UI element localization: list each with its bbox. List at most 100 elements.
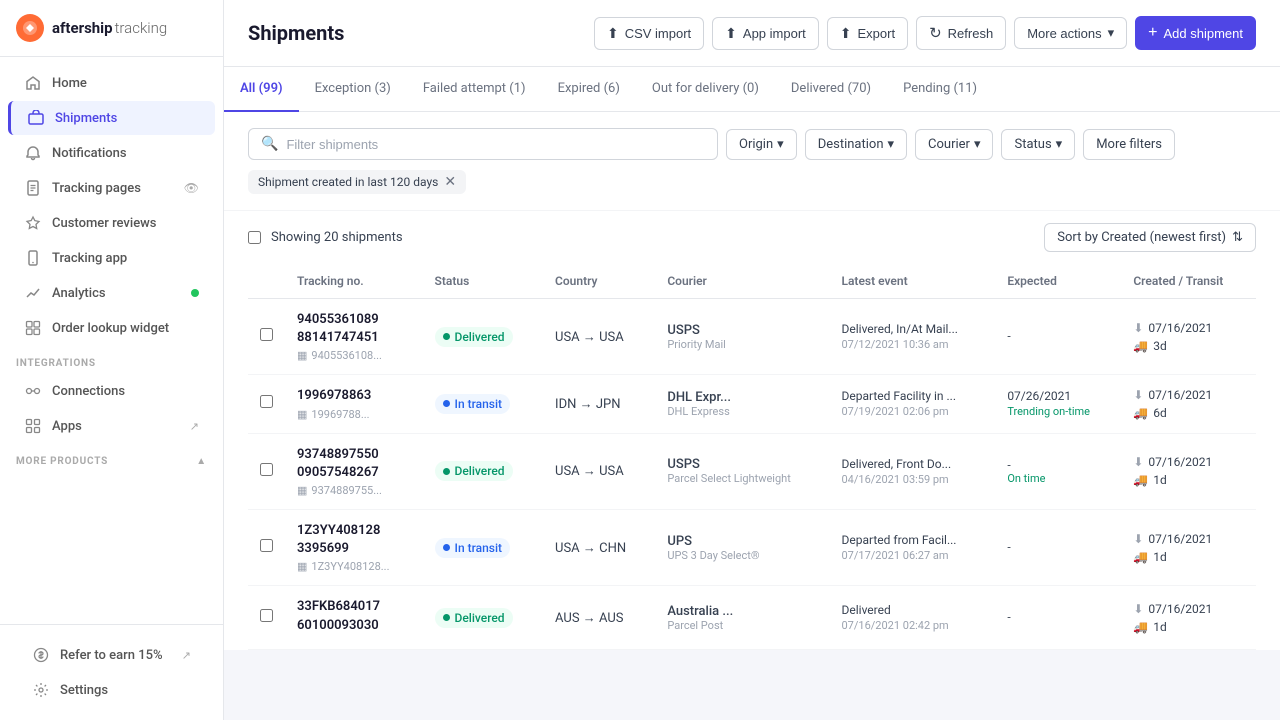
export-icon: ⬆ <box>840 25 852 42</box>
courier-service: Parcel Select Lightweight <box>667 472 817 485</box>
search-container: 🔍 <box>248 128 718 160</box>
filter-row: 🔍 Origin ▾ Destination ▾ Courier ▾ Statu… <box>248 128 1256 160</box>
status-badge: Delivered <box>435 461 513 481</box>
export-label: Export <box>858 26 896 41</box>
courier-service: DHL Express <box>667 405 817 418</box>
sidebar-refer-label: Refer to earn 15% <box>60 648 172 663</box>
tab-exception[interactable]: Exception (3) <box>299 67 407 112</box>
table-row: 1Z3YY4081283395699 ▦1Z3YY408128... In tr… <box>248 509 1256 585</box>
country-text: AUS → AUS <box>555 611 624 626</box>
status-badge: Delivered <box>435 608 513 628</box>
add-shipment-label: Add shipment <box>1164 26 1244 41</box>
destination-label: Destination <box>818 137 884 152</box>
courier-name: UPS <box>667 534 817 549</box>
app-import-button[interactable]: ⬆ App import <box>712 17 819 50</box>
truck-icon: 🚚 <box>1133 550 1148 564</box>
widget-icon <box>24 319 42 337</box>
tracking-ref: ▦9405536108... <box>297 349 411 362</box>
courier-chevron-icon: ▾ <box>974 137 981 152</box>
sidebar-item-refer[interactable]: Refer to earn 15% ↗ <box>16 638 207 672</box>
search-input[interactable] <box>286 137 705 152</box>
sidebar-item-notifications[interactable]: Notifications <box>8 136 215 170</box>
sort-label: Sort by Created (newest first) <box>1057 230 1226 245</box>
sidebar-item-analytics[interactable]: Analytics <box>8 276 215 310</box>
refresh-button[interactable]: ↻ Refresh <box>916 16 1006 50</box>
apps-external-icon: ↗ <box>190 420 199 433</box>
status-dot <box>443 544 450 551</box>
sort-selector[interactable]: Sort by Created (newest first) ⇅ <box>1044 223 1256 252</box>
export-button[interactable]: ⬆ Export <box>827 17 908 50</box>
more-actions-button[interactable]: More actions ▾ <box>1014 17 1127 49</box>
row-checkbox[interactable] <box>260 463 273 476</box>
sidebar-item-tracking-app[interactable]: Tracking app <box>8 241 215 275</box>
main-scrollable: All (99) Exception (3) Failed attempt (1… <box>224 67 1280 720</box>
active-filter-text: Shipment created in last 120 days <box>258 175 438 189</box>
sidebar-item-order-lookup[interactable]: Order lookup widget <box>8 311 215 345</box>
courier-name: USPS <box>667 457 817 472</box>
tab-delivered[interactable]: Delivered (70) <box>775 67 887 112</box>
sidebar-item-apps[interactable]: Apps ↗ <box>8 409 215 443</box>
truck-icon: 🚚 <box>1133 473 1148 487</box>
table-row: 1996978863 ▦19969788... In transit IDN → <box>248 375 1256 433</box>
filters-section: 🔍 Origin ▾ Destination ▾ Courier ▾ Statu… <box>224 112 1280 211</box>
csv-import-label: CSV import <box>625 26 691 41</box>
created-date: ⬇07/16/2021 <box>1133 602 1244 616</box>
courier-filter-button[interactable]: Courier ▾ <box>915 129 993 160</box>
tab-out-for-delivery[interactable]: Out for delivery (0) <box>636 67 775 112</box>
origin-chevron-icon: ▾ <box>777 137 784 152</box>
sidebar-item-customer-reviews[interactable]: Customer reviews <box>8 206 215 240</box>
origin-filter-button[interactable]: Origin ▾ <box>726 129 797 160</box>
logo: aftership tracking <box>0 0 223 57</box>
row-checkbox[interactable] <box>260 609 273 622</box>
status-filter-button[interactable]: Status ▾ <box>1001 129 1075 160</box>
sidebar-item-settings[interactable]: Settings <box>16 673 207 707</box>
more-filters-button[interactable]: More filters <box>1083 129 1175 160</box>
download-icon: ⬇ <box>1133 321 1143 335</box>
status-text: In transit <box>455 397 502 411</box>
main-content-area: Shipments ⬆ CSV import ⬆ App import ⬆ Ex… <box>224 0 1280 720</box>
header-actions: ⬆ CSV import ⬆ App import ⬆ Export ↻ Ref… <box>594 16 1256 50</box>
sidebar-nav: Home Shipments Notifications Tracking pa… <box>0 57 223 624</box>
table-row: 33FKB68401760100093030 Delivered AUS → A… <box>248 586 1256 649</box>
sidebar-item-tracking-pages[interactable]: Tracking pages 👁 <box>8 171 215 205</box>
created-date: ⬇07/16/2021 <box>1133 388 1244 402</box>
tab-pending[interactable]: Pending (11) <box>887 67 993 112</box>
transit-info: 🚚1d <box>1133 620 1244 634</box>
row-checkbox[interactable] <box>260 395 273 408</box>
add-shipment-button[interactable]: + Add shipment <box>1135 16 1256 50</box>
sidebar-order-lookup-label: Order lookup widget <box>52 321 199 336</box>
status-chevron-icon: ▾ <box>1056 137 1063 152</box>
select-all-checkbox[interactable] <box>248 231 261 244</box>
tab-all[interactable]: All (99) <box>224 67 299 112</box>
chevron-down-icon: ▾ <box>1108 25 1115 41</box>
status-text: Delivered <box>455 464 505 478</box>
sidebar-item-connections[interactable]: Connections <box>8 374 215 408</box>
file-icon <box>24 179 42 197</box>
more-actions-label: More actions <box>1027 26 1101 41</box>
shipments-table: Tracking no. Status Country Courier Late… <box>248 264 1256 650</box>
row-checkbox[interactable] <box>260 328 273 341</box>
sidebar-notifications-label: Notifications <box>52 146 199 161</box>
destination-filter-button[interactable]: Destination ▾ <box>805 129 907 160</box>
csv-import-button[interactable]: ⬆ CSV import <box>594 17 704 50</box>
refer-external-icon: ↗ <box>182 649 191 662</box>
event-time: 07/16/2021 02:42 pm <box>842 619 984 632</box>
event-time: 04/16/2021 03:59 pm <box>842 473 984 486</box>
filter-tag-close-button[interactable]: ✕ <box>444 174 456 190</box>
table-toolbar: Showing 20 shipments Sort by Created (ne… <box>248 211 1256 264</box>
transit-info: 🚚6d <box>1133 406 1244 420</box>
tab-expired[interactable]: Expired (6) <box>542 67 636 112</box>
sidebar-apps-label: Apps <box>52 419 180 434</box>
sidebar-item-home[interactable]: Home <box>8 66 215 100</box>
tab-failed[interactable]: Failed attempt (1) <box>407 67 542 112</box>
row-checkbox[interactable] <box>260 539 273 552</box>
sort-chevron-icon: ⇅ <box>1232 230 1243 245</box>
more-products-section[interactable]: MORE PRODUCTS ▲ <box>0 444 223 471</box>
logo-brand: aftership <box>52 19 113 37</box>
sidebar-item-shipments[interactable]: Shipments <box>8 101 215 135</box>
integrations-section-label: INTEGRATIONS <box>0 346 223 373</box>
col-checkbox <box>248 264 285 299</box>
tracking-ref: ▦1Z3YY408128... <box>297 560 411 573</box>
mobile-icon <box>24 249 42 267</box>
download-icon: ⬇ <box>1133 602 1143 616</box>
